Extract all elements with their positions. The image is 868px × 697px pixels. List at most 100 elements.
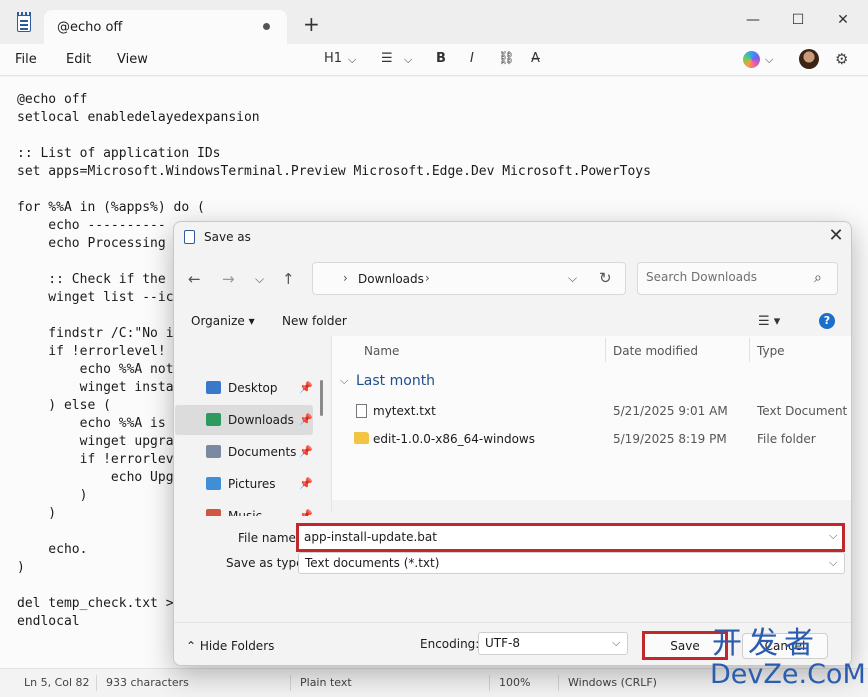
heading-chevron-icon[interactable]: ⌵ bbox=[348, 53, 356, 67]
dialog-close-icon[interactable]: ✕ bbox=[824, 225, 848, 246]
code-line: setlocal enabledelayedexpansion bbox=[17, 110, 260, 125]
file-name-chevron-icon[interactable]: ⌵ bbox=[829, 529, 837, 543]
nav-item-documents[interactable]: Documents 📌 bbox=[175, 437, 313, 467]
tab-active[interactable]: @echo off bbox=[44, 10, 287, 44]
italic-icon[interactable]: I bbox=[470, 51, 474, 66]
view-options-icon[interactable]: ☰ ▾ bbox=[758, 314, 780, 329]
code-line: ) bbox=[17, 560, 25, 575]
nav-item-pictures[interactable]: Pictures 📌 bbox=[175, 469, 313, 499]
back-arrow-icon[interactable]: ← bbox=[188, 270, 201, 288]
list-chevron-icon[interactable]: ⌵ bbox=[404, 53, 412, 67]
column-header-date[interactable]: Date modified bbox=[613, 344, 698, 358]
nav-item-label: Documents bbox=[228, 445, 297, 459]
code-line: ) bbox=[17, 488, 88, 503]
pin-icon[interactable]: 📌 bbox=[299, 381, 313, 394]
column-header-type[interactable]: Type bbox=[757, 344, 785, 358]
search-input[interactable] bbox=[646, 270, 811, 284]
maximize-button[interactable]: ☐ bbox=[775, 7, 821, 33]
address-path[interactable]: Downloads bbox=[358, 272, 424, 286]
file-name-field[interactable]: ⌵ bbox=[296, 523, 845, 552]
address-bar[interactable]: › Downloads › ⌵ bbox=[312, 262, 626, 295]
minimize-button[interactable]: — bbox=[730, 7, 776, 33]
documents-folder-icon bbox=[206, 445, 221, 458]
settings-gear-icon[interactable]: ⚙ bbox=[835, 50, 848, 68]
nav-item-downloads[interactable]: Downloads 📌 bbox=[175, 405, 313, 435]
menu-view[interactable]: View bbox=[117, 52, 148, 67]
clear-formatting-icon[interactable]: A̶ bbox=[531, 51, 540, 66]
address-chevron-icon[interactable]: › bbox=[425, 271, 430, 285]
code-line: findstr /C:"No i bbox=[17, 326, 174, 341]
bold-icon[interactable]: B bbox=[436, 51, 446, 66]
code-line: winget upgra bbox=[17, 434, 174, 449]
search-icon[interactable]: ⌕ bbox=[814, 270, 822, 286]
column-divider[interactable] bbox=[605, 338, 606, 362]
pin-icon[interactable]: 📌 bbox=[299, 445, 313, 458]
status-cursor-position: Ln 5, Col 82 bbox=[24, 676, 90, 689]
code-line: echo ---------- bbox=[17, 218, 166, 233]
link-icon[interactable]: ⛓ bbox=[498, 51, 515, 66]
save-type-select[interactable]: Text documents (*.txt) ⌵ bbox=[298, 552, 845, 574]
address-chevron-icon[interactable]: › bbox=[343, 271, 348, 285]
file-name-cell[interactable]: edit-1.0.0-x86_64-windows bbox=[373, 432, 535, 446]
copilot-chevron-icon[interactable]: ⌵ bbox=[765, 53, 773, 67]
code-line: set apps=Microsoft.WindowsTerminal.Previ… bbox=[17, 164, 651, 179]
status-line-ending: Windows (CRLF) bbox=[568, 676, 657, 689]
status-zoom: 100% bbox=[499, 676, 531, 689]
watermark-logo: 开发者 DevZe.CoM bbox=[700, 628, 866, 694]
refresh-icon[interactable]: ↻ bbox=[599, 269, 612, 287]
pictures-folder-icon bbox=[206, 477, 221, 490]
file-name-input[interactable] bbox=[304, 530, 814, 544]
horizontal-scrollbar[interactable] bbox=[332, 500, 851, 512]
recent-locations-chevron-icon[interactable]: ⌵ bbox=[255, 272, 264, 287]
folder-icon bbox=[354, 432, 369, 444]
menu-bar: File Edit View H1 ⌵ ☰ ⌵ B I ⛓ A̶ ⌵ ⚙ bbox=[0, 44, 868, 76]
search-box[interactable]: ⌕ bbox=[637, 262, 838, 295]
notepad-dialog-icon bbox=[184, 230, 195, 244]
encoding-chevron-icon[interactable]: ⌵ bbox=[612, 636, 620, 650]
hide-folders-button[interactable]: ⌃ Hide Folders bbox=[186, 639, 274, 653]
unsaved-dot-icon[interactable] bbox=[263, 23, 270, 30]
up-arrow-icon[interactable]: ↑ bbox=[282, 270, 295, 288]
code-line: winget list --ic bbox=[17, 290, 174, 305]
new-folder-button[interactable]: New folder bbox=[282, 314, 347, 328]
encoding-select[interactable]: UTF-8 ⌵ bbox=[478, 632, 628, 655]
group-header-last-month[interactable]: Last month bbox=[356, 373, 435, 389]
code-line: echo %%A not bbox=[17, 362, 174, 377]
tab-title: @echo off bbox=[57, 20, 123, 35]
encoding-value: UTF-8 bbox=[485, 636, 520, 650]
column-header-name[interactable]: Name bbox=[364, 344, 399, 358]
file-list: Name Date modified Type ⌵ Last month myt… bbox=[331, 336, 851, 512]
heading-dropdown[interactable]: H1 bbox=[324, 51, 342, 66]
group-collapse-chevron-icon[interactable]: ⌵ bbox=[340, 374, 348, 388]
nav-item-music[interactable]: Music 📌 bbox=[175, 501, 313, 516]
file-name-cell[interactable]: mytext.txt bbox=[373, 404, 436, 418]
file-date-cell: 5/21/2025 9:01 AM bbox=[613, 404, 728, 418]
close-window-button[interactable]: ✕ bbox=[820, 7, 866, 33]
status-divider bbox=[96, 675, 97, 691]
organize-button[interactable]: Organize ▾ bbox=[191, 314, 255, 328]
code-line: echo Upg bbox=[17, 470, 174, 485]
pin-icon[interactable]: 📌 bbox=[299, 509, 313, 516]
menu-file[interactable]: File bbox=[15, 52, 37, 67]
nav-item-desktop[interactable]: Desktop 📌 bbox=[175, 373, 313, 403]
column-divider[interactable] bbox=[749, 338, 750, 362]
account-avatar[interactable] bbox=[799, 49, 819, 69]
forward-arrow-icon[interactable]: → bbox=[222, 270, 235, 288]
downloads-folder-icon bbox=[206, 413, 221, 426]
music-folder-icon bbox=[206, 509, 221, 516]
copilot-icon[interactable] bbox=[743, 51, 760, 68]
pin-icon[interactable]: 📌 bbox=[299, 477, 313, 490]
navigation-scrollbar[interactable] bbox=[320, 380, 323, 416]
code-line: :: Check if the bbox=[17, 272, 166, 287]
menu-edit[interactable]: Edit bbox=[66, 52, 91, 67]
save-type-chevron-icon[interactable]: ⌵ bbox=[829, 556, 837, 570]
list-icon[interactable]: ☰ bbox=[381, 51, 393, 66]
nav-item-label: Downloads bbox=[228, 413, 294, 427]
save-as-dialog: Save as ✕ ← → ⌵ ↑ › Downloads › ⌵ ↻ ⌕ Or… bbox=[173, 221, 852, 666]
dialog-title: Save as bbox=[204, 230, 251, 244]
help-icon[interactable]: ? bbox=[819, 313, 835, 329]
new-tab-button[interactable]: + bbox=[303, 14, 320, 34]
pin-icon[interactable]: 📌 bbox=[299, 413, 313, 426]
address-dropdown-icon[interactable]: ⌵ bbox=[568, 271, 577, 286]
title-bar: @echo off + — ☐ ✕ bbox=[0, 0, 868, 44]
